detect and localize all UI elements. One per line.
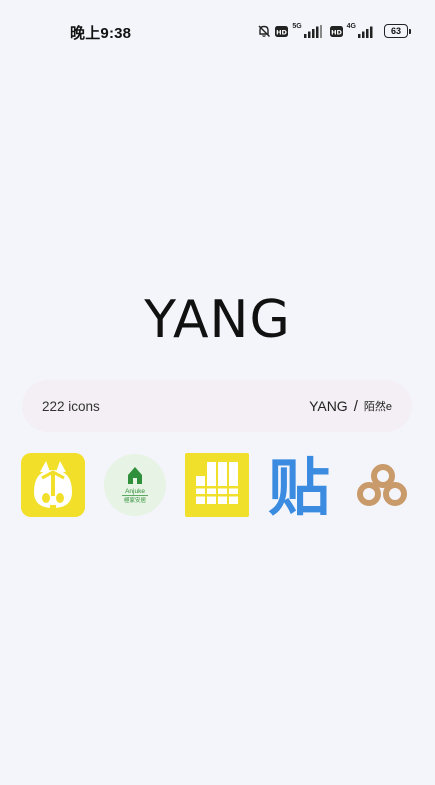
status-time: 晚上9:38: [70, 25, 132, 42]
theme-info-bar: 222 icons YANG / 陌然e: [22, 380, 412, 432]
yellow-blocks-app-icon[interactable]: [184, 452, 250, 518]
anjuke-label: Anjuke: [125, 488, 145, 495]
status-bar: 晚上9:38 HD 5G HD 4G 63: [0, 0, 435, 60]
battery-level: 63: [384, 24, 408, 38]
author-separator: /: [353, 397, 358, 415]
network-label-5g: 5G: [292, 22, 302, 30]
hd-icon: HD: [329, 25, 343, 37]
author-name: YANG: [309, 398, 348, 414]
svg-text:HD: HD: [276, 28, 287, 36]
signal-icon: [303, 24, 322, 38]
hd-icon: HD: [275, 25, 289, 37]
yellow-cat-app-icon[interactable]: [20, 452, 86, 518]
theme-title: YANG: [144, 290, 291, 350]
anjuke-sublabel: 極家安居: [124, 496, 147, 504]
signal-icon: [358, 25, 376, 38]
network-label-4g: 4G: [346, 22, 356, 30]
tieba-app-icon[interactable]: 贴: [266, 451, 332, 524]
icon-count: 222 icons: [42, 398, 100, 414]
svg-text:HD: HD: [331, 28, 342, 36]
tieba-glyph: 贴: [268, 452, 330, 518]
status-icons: HD 5G HD 4G 63: [257, 22, 411, 40]
battery-icon: 63: [384, 24, 411, 38]
author-subtitle: 陌然e: [363, 401, 392, 413]
author-info: YANG / 陌然e: [309, 398, 392, 415]
anjuke-app-icon[interactable]: Anjuke 極家安居: [102, 452, 168, 518]
preview-icons-row: Anjuke 極家安居 贴: [0, 451, 435, 524]
bell-off-icon: [257, 24, 271, 38]
baidu-cloud-app-icon[interactable]: [348, 452, 414, 518]
